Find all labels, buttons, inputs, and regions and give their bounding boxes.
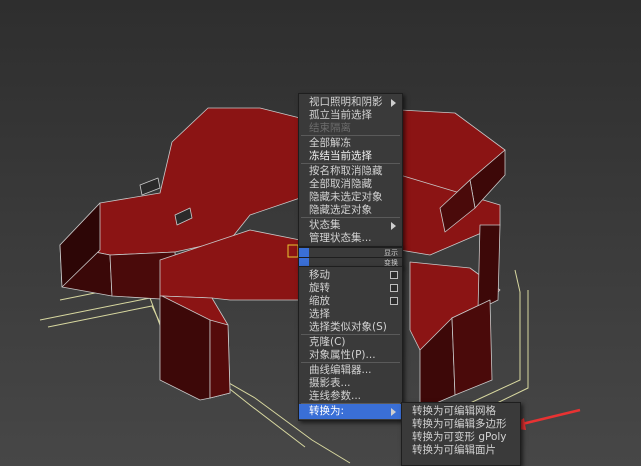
menu-item-label: 摄影表... [309, 377, 351, 389]
option-box-icon[interactable] [390, 271, 398, 279]
menu-item-label: 移动 [309, 269, 330, 281]
menu-item-label: 曲线编辑器... [309, 364, 372, 376]
menu-item-label: 管理状态集... [309, 232, 372, 244]
option-box-icon[interactable] [390, 284, 398, 292]
quad-menu-divider: 显示 变换 [298, 246, 403, 268]
menu-item-label: 旋转 [309, 282, 330, 294]
menu-item-label: 状态集 [309, 219, 341, 231]
menu-item-label: 隐藏选定对象 [309, 204, 372, 216]
lower-item[interactable]: 连线参数... [299, 389, 402, 404]
upper-item[interactable]: 结束隔离 [299, 121, 402, 136]
menu-item-label: 选择 [309, 308, 330, 320]
submenu-arrow-icon [391, 99, 396, 107]
menu-item-label: 全部解冻 [309, 137, 351, 149]
quad-menu-upper: 视口照明和阴影 孤立当前选择 结束隔离全部解冻 冻结当前选择 按名称取消隐藏 全部取消隐藏… [298, 93, 403, 248]
menu-item-label: 克隆(C) [309, 336, 346, 348]
menu-item-label: 按名称取消隐藏 [309, 165, 383, 177]
lower-item[interactable]: 转换为: [299, 404, 402, 419]
menu-item-label: 视口照明和阴影 [309, 96, 383, 108]
menu-item-label: 结束隔离 [309, 122, 351, 134]
menu-item-label: 全部取消隐藏 [309, 178, 372, 190]
lower-item[interactable]: 对象属性(P)... [299, 348, 402, 363]
sub-item[interactable]: 转换为可编辑面片 [402, 443, 520, 458]
quad-marker-display [299, 248, 309, 257]
menu-item-label: 连线参数... [309, 390, 362, 402]
menu-item-label: 对象属性(P)... [309, 349, 376, 361]
lower-item[interactable]: 选择类似对象(S) [299, 320, 402, 335]
menu-item-label: 转换为可编辑网格 [412, 405, 496, 417]
menu-item-label: 转换为可变形 gPoly [412, 431, 507, 443]
convert-to-submenu: 转换为可编辑网格 转换为可编辑多边形 转换为可变形 gPoly 转换为可编辑面片 [401, 402, 521, 466]
menu-item-label: 转换为可编辑面片 [412, 444, 496, 456]
menu-item-label: 转换为: [309, 405, 345, 417]
submenu-arrow-icon [391, 408, 396, 416]
menu-item-label: 缩放 [309, 295, 330, 307]
upper-item[interactable]: 管理状态集... [299, 231, 402, 246]
menu-item-label: 冻结当前选择 [309, 150, 372, 162]
quad-menu-lower: 移动 旋转 缩放 选择 选择类似对象(S) 克隆(C) 对象属性(P)... 曲线编辑器...… [298, 266, 403, 421]
menu-item-label: 选择类似对象(S) [309, 321, 387, 333]
menu-item-label: 孤立当前选择 [309, 109, 372, 121]
option-box-icon[interactable] [390, 297, 398, 305]
submenu-arrow-icon [391, 222, 396, 230]
upper-item[interactable]: 隐藏选定对象 [299, 203, 402, 218]
menu-item-label: 转换为可编辑多边形 [412, 418, 507, 430]
upper-item[interactable]: 冻结当前选择 [299, 149, 402, 164]
menu-item-label: 隐藏未选定对象 [309, 191, 383, 203]
